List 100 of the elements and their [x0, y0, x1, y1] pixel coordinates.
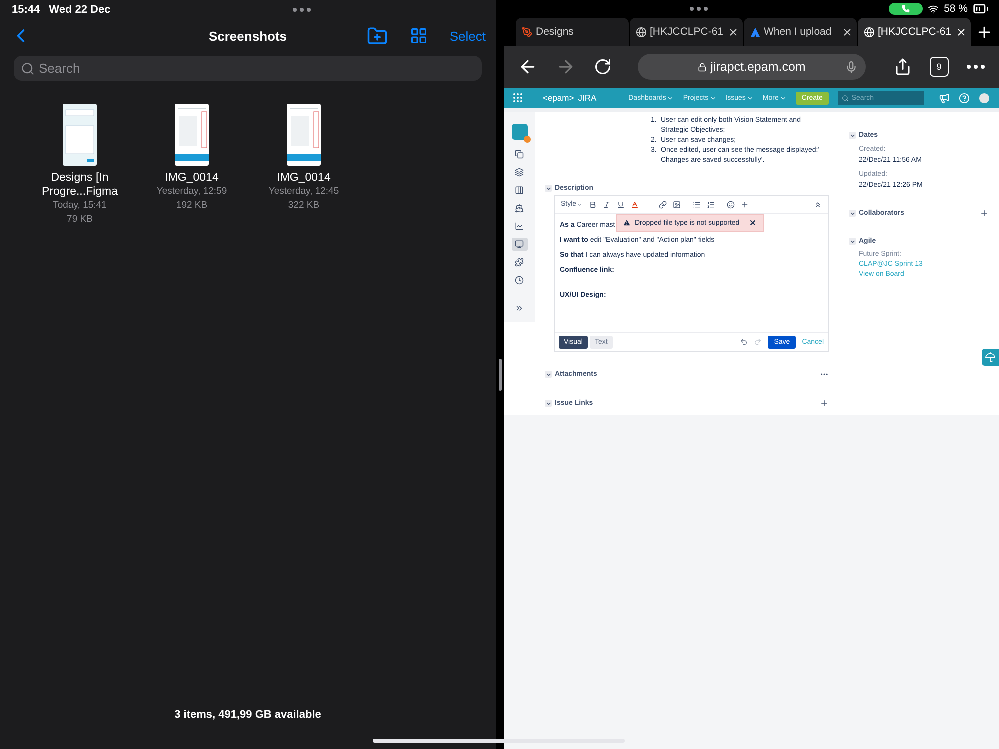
folder-title: Screenshots [208, 28, 288, 44]
copy-icon [515, 150, 524, 159]
lock-icon [698, 62, 707, 72]
browser-tab[interactable]: [HKJCCLPC-61 [630, 18, 743, 46]
expand-toggle[interactable] [545, 400, 552, 407]
description-editor[interactable] [554, 195, 829, 352]
text-color-icon[interactable] [630, 200, 639, 208]
chevron-down-icon [546, 372, 552, 378]
brand-logo: <epam> [543, 93, 574, 103]
more-button[interactable] [967, 65, 985, 69]
bullet-list-icon[interactable] [692, 200, 701, 208]
monitor-icon [515, 240, 524, 249]
browser-tab[interactable]: Designs [516, 18, 629, 46]
chevron-down-icon [850, 132, 856, 138]
tab-title: [HKJCCLPC-61 [650, 26, 725, 38]
app-switcher-icon[interactable] [512, 92, 524, 104]
file-thumbnail[interactable] [287, 104, 321, 166]
image-icon[interactable] [672, 200, 681, 208]
expand-toggle[interactable] [849, 238, 856, 245]
wifi-icon [928, 4, 940, 14]
clock-icon [515, 276, 524, 285]
help-icon[interactable] [958, 92, 970, 104]
add-icon[interactable] [980, 209, 989, 218]
chevron-down-icon [546, 186, 552, 192]
browser-tab[interactable]: [HKJCCLPC-61 [858, 18, 971, 46]
file-thumbnail[interactable] [175, 104, 209, 166]
grid-icon [410, 27, 428, 45]
close-icon[interactable] [842, 26, 853, 38]
link-icon[interactable] [658, 200, 667, 208]
grid-view-button[interactable] [410, 27, 428, 45]
chevron-down-icon [546, 400, 552, 406]
more-icon [967, 65, 985, 69]
tab-count-button[interactable]: 9 [930, 57, 949, 77]
tab-title: [HKJCCLPC-61 [878, 26, 953, 38]
close-icon[interactable] [956, 26, 967, 38]
multitask-icon[interactable] [292, 8, 311, 12]
ship-icon [515, 204, 524, 213]
collapse-icon[interactable] [814, 200, 822, 208]
avatar-icon[interactable] [978, 92, 990, 104]
file-size: 79 KB [67, 213, 93, 227]
folder-plus-icon [366, 26, 388, 46]
insert-icon[interactable] [740, 200, 749, 208]
file-thumbnail[interactable] [63, 104, 97, 166]
url-text: jirapct.epam.com [710, 60, 806, 74]
megaphone-icon[interactable] [938, 92, 950, 104]
search-icon [21, 62, 35, 76]
search-field[interactable]: Search [14, 56, 482, 81]
expand-icon [515, 304, 524, 313]
caret-icon [780, 94, 787, 102]
bold-icon[interactable] [588, 200, 597, 208]
phone-icon [902, 5, 910, 13]
expand-toggle[interactable] [545, 371, 552, 378]
umbrella-icon [985, 352, 996, 363]
search-icon [842, 95, 849, 102]
warning-icon [623, 219, 631, 227]
feedback-button[interactable] [982, 349, 999, 366]
expand-toggle[interactable] [545, 185, 552, 192]
file-size: 192 KB [176, 199, 208, 213]
file-name: Designs [In Progre...Figma [40, 171, 120, 199]
share-icon [894, 58, 912, 76]
file-size: 322 KB [288, 199, 320, 213]
browser-tab[interactable]: When I upload [744, 18, 857, 46]
file-date: Yesterday, 12:59 [156, 185, 228, 199]
pen-icon [522, 26, 533, 38]
globe-icon [864, 26, 875, 38]
stack-icon [515, 168, 524, 177]
select-button[interactable]: Select [450, 28, 486, 44]
close-icon[interactable] [728, 26, 739, 38]
expand-toggle[interactable] [849, 132, 856, 139]
status-date: Wed 22 Dec [49, 4, 111, 16]
chevron-down-icon [850, 210, 856, 216]
file-date: Today, 15:41 [53, 199, 107, 213]
product-name: JIRA [578, 93, 597, 103]
project-avatar[interactable] [512, 124, 528, 140]
split-handle[interactable] [498, 358, 502, 390]
caret-icon [667, 94, 674, 102]
emoji-icon[interactable] [726, 200, 735, 208]
call-indicator[interactable] [889, 3, 924, 15]
columns-icon [515, 186, 524, 195]
tab-title: Designs [536, 26, 575, 38]
new-folder-button[interactable] [366, 26, 388, 46]
triangle-logo-icon [750, 26, 761, 38]
multitask-icon[interactable] [690, 7, 708, 11]
undo-icon[interactable] [740, 338, 748, 346]
numbered-list-icon[interactable] [706, 200, 715, 208]
reload-button[interactable] [594, 58, 612, 76]
chevron-down-icon [850, 238, 856, 244]
add-icon[interactable] [820, 399, 829, 408]
globe-icon [636, 26, 647, 38]
microphone-icon[interactable] [844, 60, 858, 74]
italic-icon[interactable] [602, 200, 611, 208]
sidebar-item[interactable] [512, 238, 528, 251]
share-button[interactable] [894, 58, 912, 76]
expand-toggle[interactable] [849, 210, 856, 217]
reload-icon [594, 58, 612, 76]
chart-icon [515, 222, 524, 231]
address-bar[interactable]: jirapct.epam.com [638, 54, 866, 80]
close-icon[interactable] [748, 219, 757, 227]
underline-icon[interactable] [616, 200, 625, 208]
caret-icon [710, 94, 717, 102]
